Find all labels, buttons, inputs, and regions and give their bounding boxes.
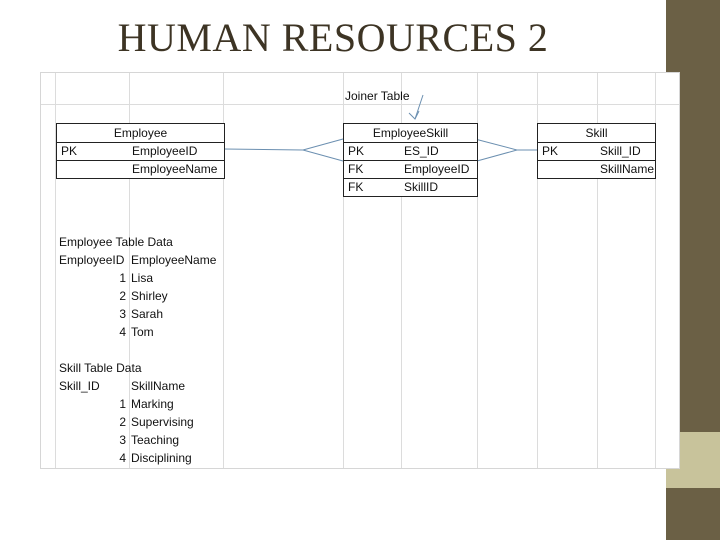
- field-label: Skill_ID: [600, 144, 641, 158]
- table-cell: 2: [119, 415, 126, 429]
- column-header: EmployeeName: [131, 253, 217, 267]
- key-label: FK: [348, 162, 364, 176]
- entity-header: Skill: [538, 124, 655, 143]
- table-cell: 3: [119, 433, 126, 447]
- table-cell: Teaching: [131, 433, 180, 447]
- employee-skill-entity-box: EmployeeSkill PK ES_ID FK EmployeeID FK …: [343, 123, 478, 197]
- key-label: PK: [348, 144, 365, 158]
- entity-header: Employee: [57, 124, 224, 143]
- table-cell: Marking: [131, 397, 174, 411]
- key-label: FK: [348, 180, 364, 194]
- field-label: EmployeeID: [404, 162, 470, 176]
- table-cell: 4: [119, 325, 126, 339]
- column-header: Skill_ID: [59, 379, 100, 393]
- table-cell: Shirley: [131, 289, 168, 303]
- key-label: PK: [542, 144, 559, 158]
- table-cell: Sarah: [131, 307, 164, 321]
- field-label: EmployeeID: [132, 144, 198, 158]
- skill-table-caption: Skill Table Data: [59, 361, 142, 375]
- slide-title: HUMAN RESOURCES 2: [117, 15, 549, 60]
- spreadsheet-image: Joiner Table Employee PK EmployeeID Empl…: [40, 72, 680, 469]
- table-cell: Lisa: [131, 271, 154, 285]
- entity-row: EmployeeName: [57, 160, 224, 178]
- field-label: ES_ID: [404, 144, 439, 158]
- table-cell: Disciplining: [131, 451, 192, 465]
- key-label: PK: [61, 144, 78, 158]
- entity-row: SkillName: [538, 160, 655, 178]
- employee-table-caption: Employee Table Data: [59, 235, 173, 249]
- table-cell: Tom: [131, 325, 154, 339]
- table-cell: Supervising: [131, 415, 194, 429]
- entity-row: PK ES_ID: [344, 142, 477, 160]
- entity-header: EmployeeSkill: [344, 124, 477, 143]
- field-label: SkillID: [404, 180, 439, 194]
- skill-entity-box: Skill PK Skill_ID SkillName: [537, 123, 656, 179]
- table-cell: 3: [119, 307, 126, 321]
- table-cell: 1: [119, 397, 126, 411]
- entity-row: FK EmployeeID: [344, 160, 477, 178]
- field-label: EmployeeName: [132, 162, 218, 176]
- table-cell: 1: [119, 271, 126, 285]
- column-header: SkillName: [131, 379, 186, 393]
- column-header: EmployeeID: [59, 253, 125, 267]
- entity-row: FK SkillID: [344, 178, 477, 196]
- entity-row: PK Skill_ID: [538, 142, 655, 160]
- table-cell: 4: [119, 451, 126, 465]
- entity-row: PK EmployeeID: [57, 142, 224, 160]
- employee-entity-box: Employee PK EmployeeID EmployeeName: [56, 123, 225, 179]
- table-cell: 2: [119, 289, 126, 303]
- field-label: SkillName: [600, 162, 655, 176]
